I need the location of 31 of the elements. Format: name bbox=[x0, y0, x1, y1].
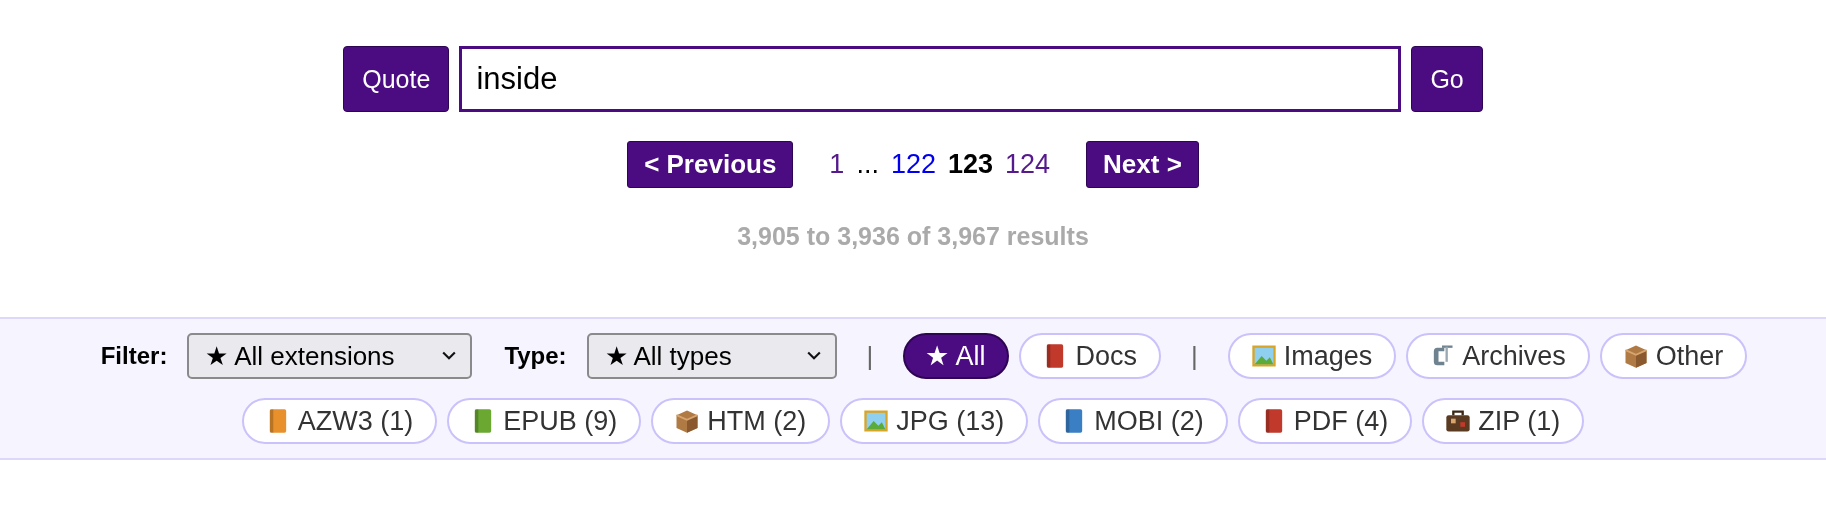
chevron-down-icon bbox=[442, 351, 457, 361]
results-count: 3,905 to 3,936 of 3,967 results bbox=[736, 222, 1090, 251]
extension-chip[interactable]: HTM (2) bbox=[651, 398, 831, 444]
category-chip[interactable]: ★ All bbox=[903, 333, 1010, 379]
page-link[interactable]: 122 bbox=[890, 149, 936, 180]
category-chip[interactable]: Other bbox=[1599, 333, 1748, 379]
separator: | bbox=[866, 340, 874, 372]
search-field[interactable]: inside bbox=[459, 46, 1402, 112]
category-chip[interactable]: Docs bbox=[1019, 333, 1161, 379]
chevron-down-icon bbox=[806, 351, 821, 361]
extension-chip[interactable]: MOBI (2) bbox=[1038, 398, 1228, 444]
extension-chip[interactable]: PDF (4) bbox=[1237, 398, 1413, 444]
type-label: Type: bbox=[504, 342, 567, 370]
category-chip[interactable]: Archives bbox=[1406, 333, 1590, 379]
page-link[interactable]: 124 bbox=[1005, 149, 1051, 180]
type-select[interactable]: ★ All types bbox=[586, 333, 837, 379]
filter-label: Filter: bbox=[100, 342, 168, 370]
extension-select[interactable]: ★ All extensions bbox=[187, 333, 473, 379]
ellipsis: ... bbox=[856, 149, 879, 180]
extension-chip[interactable]: ZIP (1) bbox=[1422, 398, 1585, 444]
page-link[interactable]: 1 bbox=[829, 149, 845, 180]
go-button[interactable]: Go bbox=[1411, 46, 1483, 112]
extension-chip[interactable]: JPG (13) bbox=[840, 398, 1029, 444]
quote-button[interactable]: Quote bbox=[343, 46, 450, 112]
extension-chip[interactable]: AZW3 (1) bbox=[241, 398, 438, 444]
separator: | bbox=[1190, 340, 1198, 372]
previous-button[interactable]: < Previous bbox=[627, 141, 794, 188]
current-page[interactable]: 123 bbox=[947, 149, 994, 180]
category-chip[interactable]: Images bbox=[1227, 333, 1397, 379]
next-button[interactable]: Next > bbox=[1086, 141, 1199, 188]
extension-chip[interactable]: EPUB (9) bbox=[447, 398, 642, 444]
